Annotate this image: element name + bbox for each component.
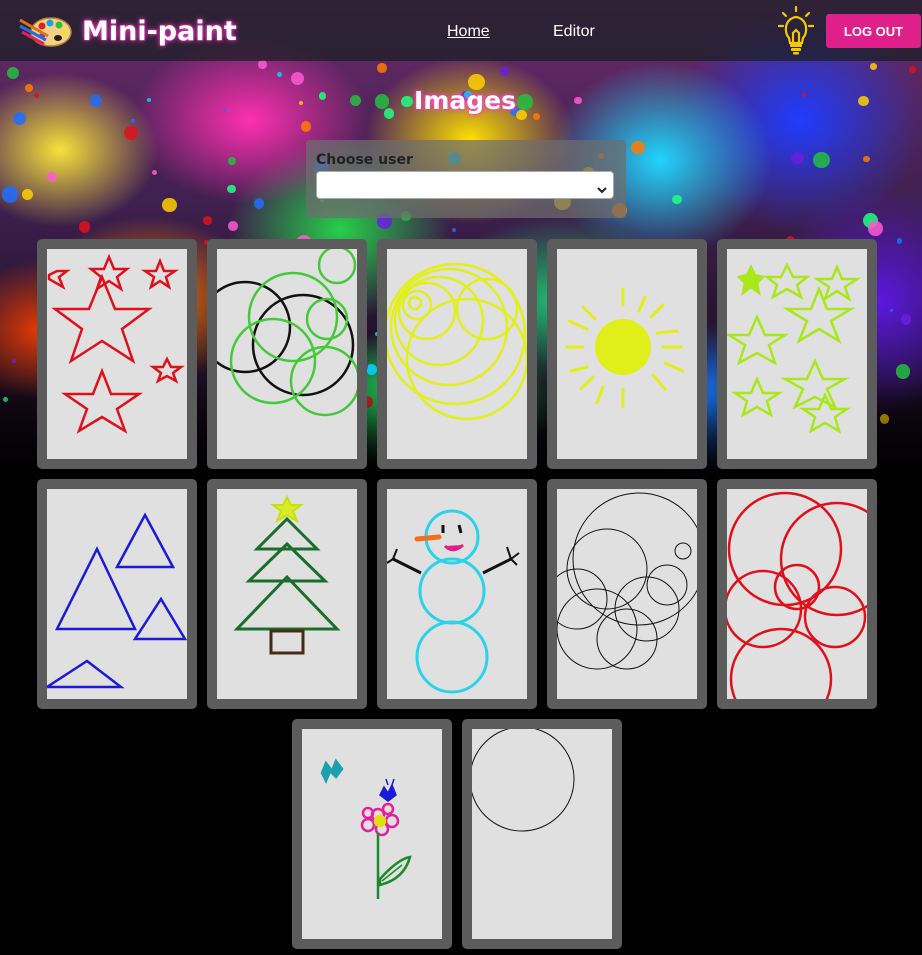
paint-splatter [228,157,237,166]
choose-user-label: Choose user [316,152,413,168]
brand[interactable]: Mini-paint [18,10,237,52]
paint-splatter [377,63,388,74]
nav-home-link[interactable]: Home [447,23,490,41]
drawing-thin-black-circles [557,489,697,699]
image-card[interactable] [207,479,367,709]
image-card[interactable] [717,479,877,709]
paint-splatter [203,216,212,225]
drawing-flower [302,729,442,939]
paint-splatter [791,151,804,165]
image-card[interactable] [547,239,707,469]
paint-splatter [7,67,20,80]
paint-splatter [300,121,312,133]
user-select[interactable] [316,171,614,199]
user-filter-panel: Choose user [306,140,626,218]
paint-splatter [908,65,916,73]
drawing-circles-black-green [217,249,357,459]
paint-splatter [863,156,870,163]
paint-splatter [124,125,139,140]
paint-splatter [21,189,33,201]
paint-splatter [291,71,305,85]
drawing-blue-triangles [47,489,187,699]
image-card[interactable] [377,239,537,469]
image-card[interactable] [462,719,622,949]
paint-splatter [227,184,236,194]
drawing-yellow-sun [557,249,697,459]
image-card[interactable] [717,239,877,469]
image-card[interactable] [37,479,197,709]
logout-button[interactable]: LOG OUT [826,14,921,48]
paint-splatter [11,358,17,364]
paint-splatter [813,151,830,169]
paint-splatter [78,221,91,234]
paint-splatter [130,118,136,123]
drawing-yellow-spiral [387,249,527,459]
image-card[interactable] [547,479,707,709]
paint-splatter [47,171,58,182]
palette-icon [18,14,72,48]
paint-splatter [253,198,265,209]
drawing-red-circles [727,489,867,699]
image-card[interactable] [292,719,452,949]
paint-splatter [890,309,894,313]
paint-splatter [276,71,283,78]
paint-splatter [868,221,883,237]
paint-splatter [896,238,903,244]
drawing-red-stars [47,249,187,459]
app-name: Mini-paint [82,15,237,47]
navbar: Mini-paint Home Editor LOG OUT [0,0,922,61]
drawing-lime-stars [727,249,867,459]
chevron-down-icon [597,180,607,199]
paint-splatter [630,140,645,155]
drawing-snowman [387,489,527,699]
lightbulb-icon[interactable] [777,5,815,61]
image-card[interactable] [377,479,537,709]
paint-splatter [1,186,18,203]
page-title: Images [414,86,516,115]
paint-splatter [228,220,238,231]
paint-splatter [162,197,177,213]
drawing-christmas-tree [217,489,357,699]
paint-splatter [152,170,158,176]
paint-splatter [895,364,911,379]
paint-splatter [672,195,682,205]
nav-editor-link[interactable]: Editor [553,23,595,41]
paint-splatter [900,314,912,325]
paint-splatter [500,66,510,76]
image-card[interactable] [207,239,367,469]
image-card[interactable] [37,239,197,469]
drawing-single-circle [472,729,612,939]
paint-splatter [451,227,457,233]
paint-splatter [258,60,267,69]
paint-splatter [870,62,878,70]
